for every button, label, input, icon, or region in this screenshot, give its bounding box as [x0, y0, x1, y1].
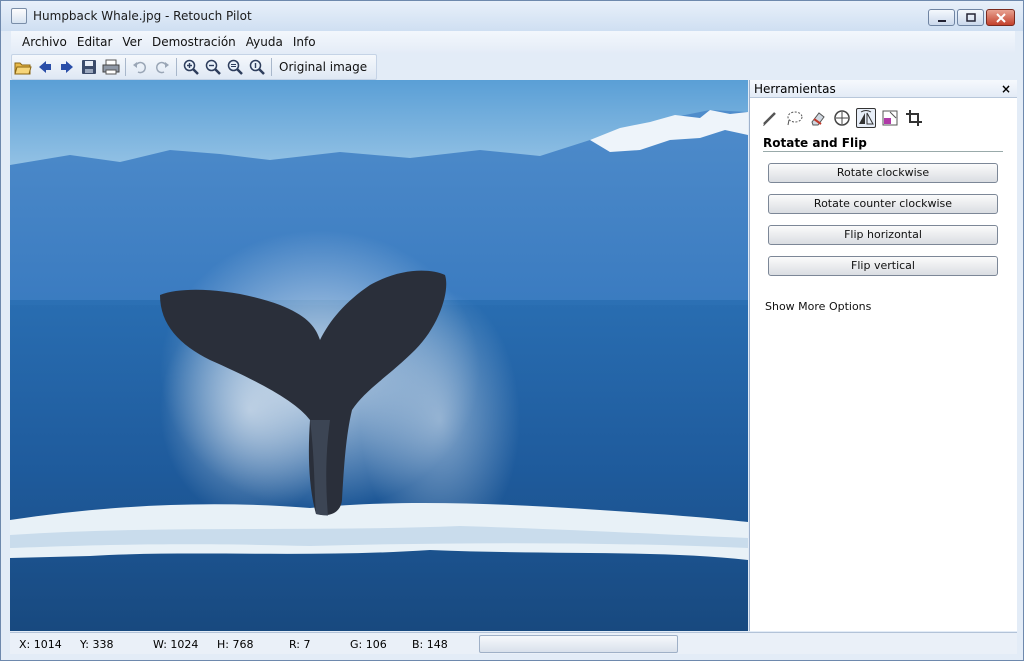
back-arrow-icon[interactable] [34, 56, 56, 78]
undo-icon[interactable] [129, 56, 151, 78]
toolbar-separator [125, 58, 126, 76]
title-bar: Humpback Whale.jpg - Retouch Pilot [1, 1, 1023, 31]
zoom-actual-icon[interactable] [246, 56, 268, 78]
maximize-button[interactable] [957, 9, 984, 26]
status-blue: B: 148 [412, 638, 448, 651]
show-more-options-link[interactable]: Show More Options [765, 300, 1017, 313]
close-button[interactable] [986, 9, 1015, 26]
status-bar: X: 1014 Y: 338 W: 1024 H: 768 R: 7 G: 10… [10, 632, 1017, 654]
tools-panel: Herramientas × Rotate and Flip Rotate cl… [749, 80, 1017, 631]
lasso-icon[interactable] [784, 108, 804, 128]
zoom-out-icon[interactable] [202, 56, 224, 78]
rotate-clockwise-button[interactable]: Rotate clockwise [768, 163, 998, 183]
menu-archivo[interactable]: Archivo [17, 35, 72, 49]
save-icon[interactable] [78, 56, 100, 78]
menu-editar[interactable]: Editar [72, 35, 118, 49]
zoom-in-icon[interactable] [180, 56, 202, 78]
section-title: Rotate and Flip [763, 136, 1003, 152]
app-icon [11, 8, 27, 24]
tool-icons-row [750, 98, 1017, 136]
app-window: Humpback Whale.jpg - Retouch Pilot Archi… [0, 0, 1024, 661]
open-icon[interactable] [12, 56, 34, 78]
close-icon [995, 12, 1006, 23]
flip-horizontal-button[interactable]: Flip horizontal [768, 225, 998, 245]
minimize-icon [937, 19, 946, 22]
panel-close-button[interactable]: × [1001, 82, 1011, 96]
window-title: Humpback Whale.jpg - Retouch Pilot [33, 9, 252, 23]
panel-title: Herramientas [754, 81, 836, 96]
menu-ver[interactable]: Ver [117, 35, 147, 49]
toolbar-separator [176, 58, 177, 76]
clone-icon[interactable] [832, 108, 852, 128]
menu-ayuda[interactable]: Ayuda [241, 35, 288, 49]
window-controls [928, 9, 1015, 26]
menu-demostracion[interactable]: Demostración [147, 35, 241, 49]
redo-icon[interactable] [151, 56, 173, 78]
menu-info[interactable]: Info [288, 35, 321, 49]
color-icon[interactable] [880, 108, 900, 128]
maximize-icon [965, 12, 976, 22]
pencil-icon[interactable] [760, 108, 780, 128]
print-icon[interactable] [100, 56, 122, 78]
status-y: Y: 338 [80, 638, 114, 651]
status-height: H: 768 [217, 638, 254, 651]
toolbar-separator [271, 58, 272, 76]
image-canvas[interactable] [10, 80, 748, 631]
toolbar: Original image [11, 54, 377, 80]
status-red: R: 7 [289, 638, 311, 651]
minimize-button[interactable] [928, 9, 955, 26]
status-width: W: 1024 [153, 638, 199, 651]
crop-icon[interactable] [904, 108, 924, 128]
flip-vertical-button[interactable]: Flip vertical [768, 256, 998, 276]
menu-bar: Archivo Editar Ver Demostración Ayuda In… [11, 31, 1015, 53]
panel-header: Herramientas × [750, 80, 1017, 98]
rotate-counter-clockwise-button[interactable]: Rotate counter clockwise [768, 194, 998, 214]
rotate-flip-icon[interactable] [856, 108, 876, 128]
horizontal-scrollbar[interactable] [479, 635, 678, 653]
original-image-button[interactable]: Original image [279, 60, 367, 74]
status-green: G: 106 [350, 638, 387, 651]
eraser-icon[interactable] [808, 108, 828, 128]
zoom-fit-icon[interactable] [224, 56, 246, 78]
status-x: X: 1014 [19, 638, 62, 651]
whale-photo [10, 80, 748, 631]
forward-arrow-icon[interactable] [56, 56, 78, 78]
